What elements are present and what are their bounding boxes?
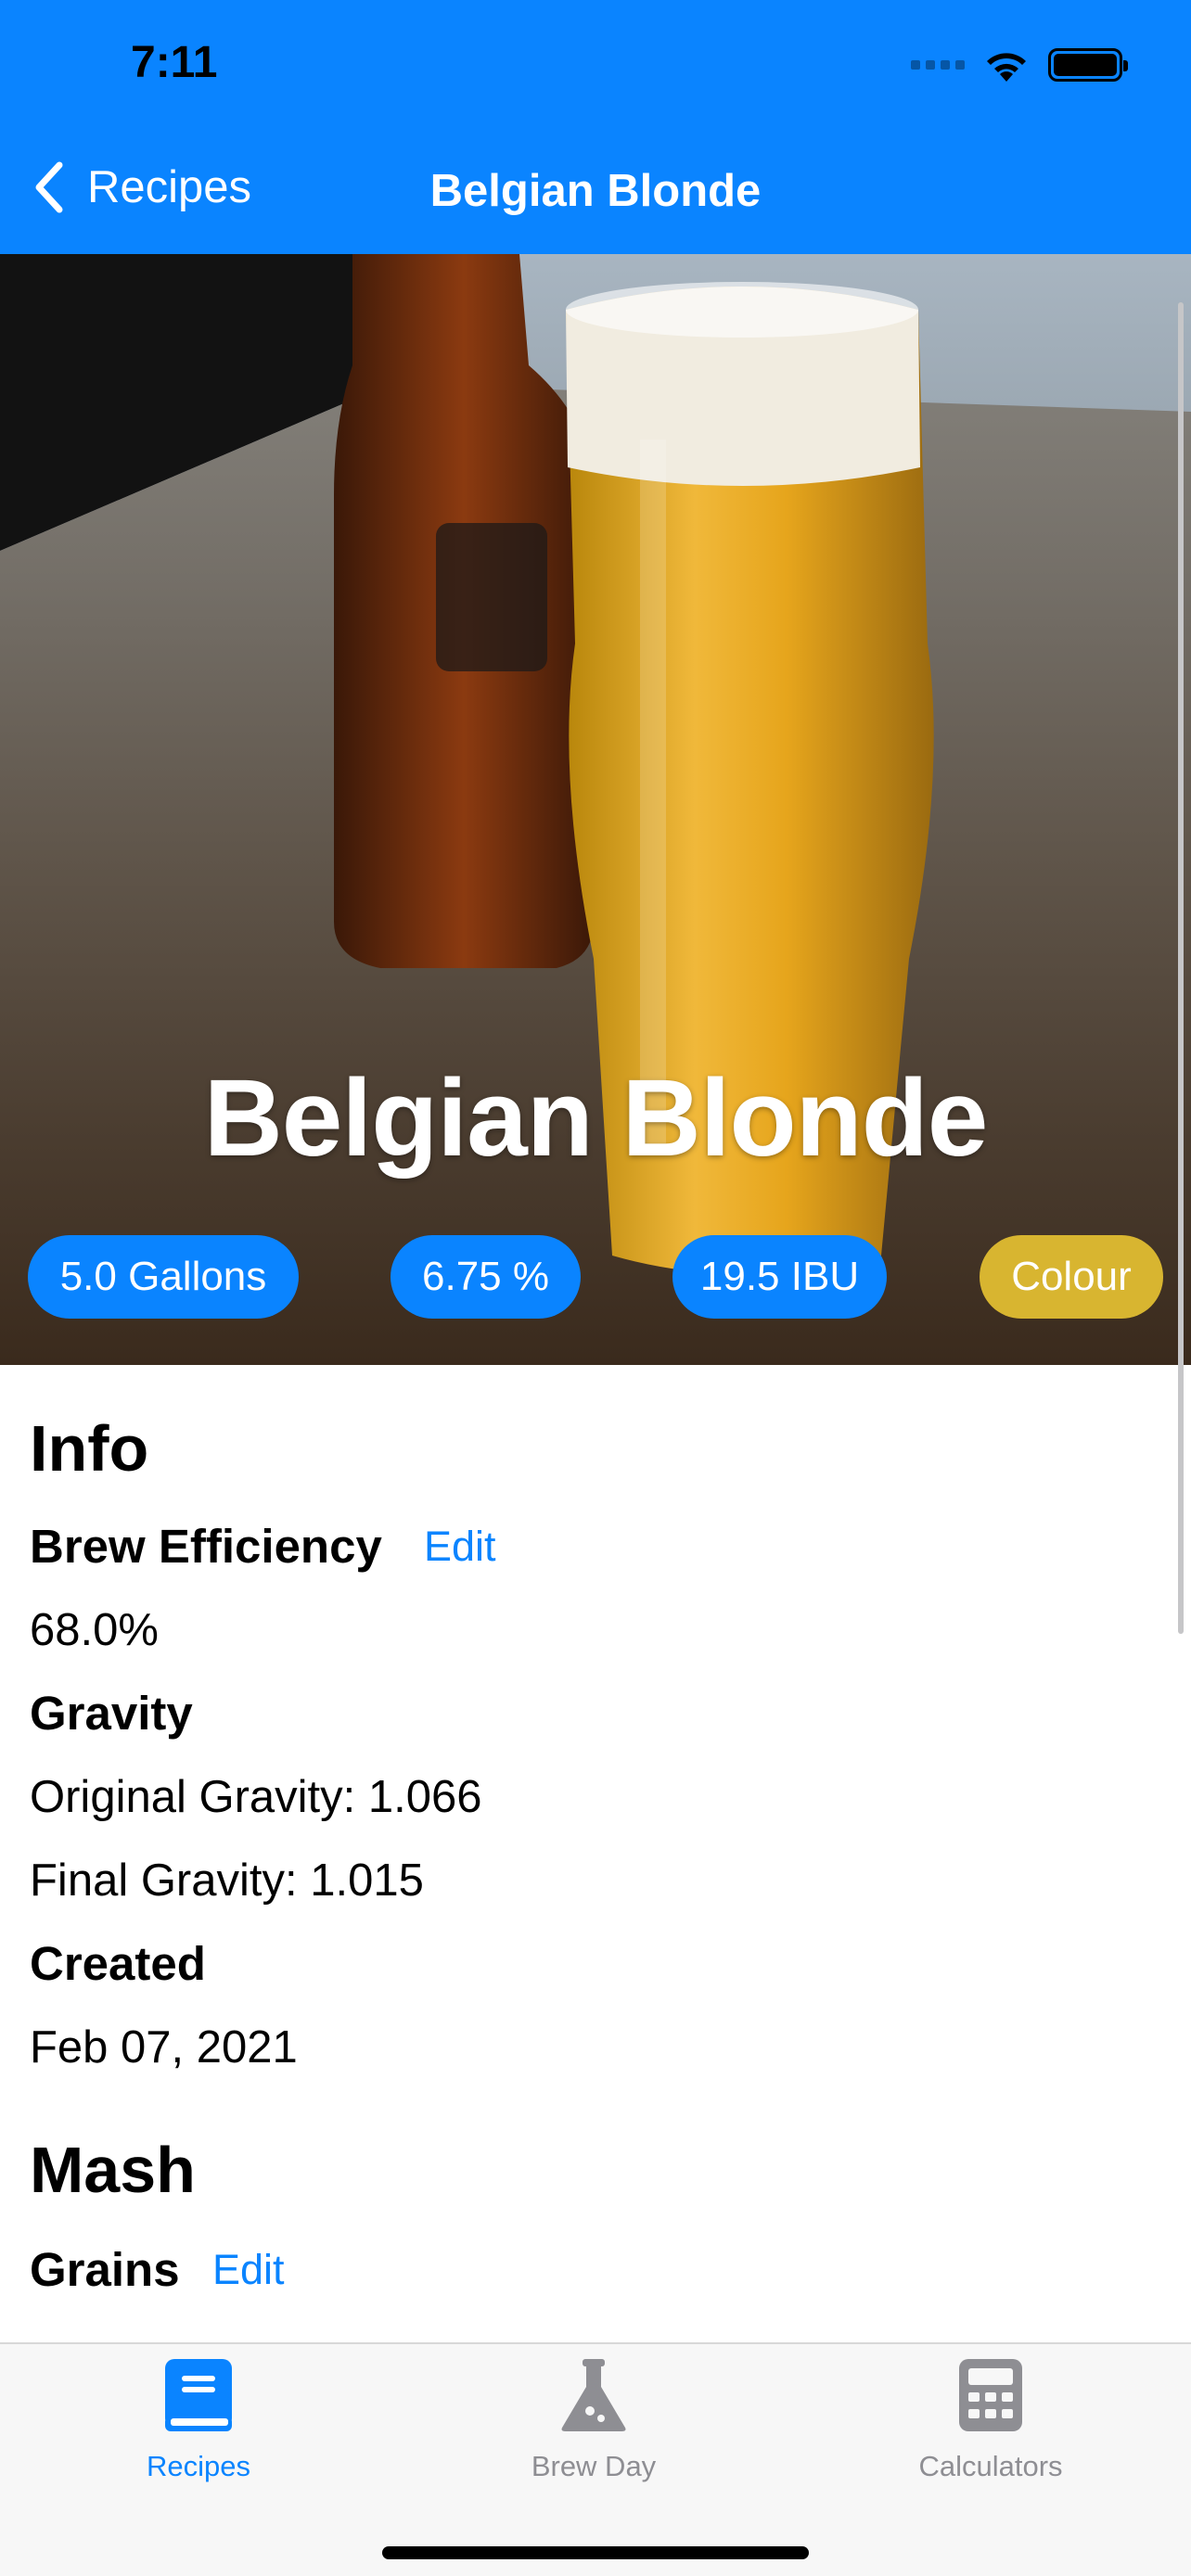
- cellular-signal-icon: [911, 60, 965, 70]
- beer-photo: [0, 254, 1191, 1365]
- mash-heading: Mash: [30, 2134, 196, 2206]
- final-gravity-value: Final Gravity: 1.015: [30, 1855, 424, 1906]
- gravity-label: Gravity: [30, 1687, 193, 1740]
- wifi-icon: [987, 53, 1026, 82]
- battery-icon: [1048, 48, 1128, 82]
- grains-label: Grains: [30, 2243, 180, 2296]
- flask-icon: [561, 2359, 626, 2431]
- edit-efficiency-button[interactable]: Edit: [424, 1523, 496, 1571]
- colour-badge: Colour: [980, 1235, 1163, 1319]
- tab-brew-day[interactable]: Brew Day: [455, 2357, 733, 2483]
- home-indicator[interactable]: [382, 2546, 809, 2559]
- tab-recipes-label: Recipes: [147, 2450, 250, 2482]
- abv-badge: 6.75 %: [391, 1235, 581, 1319]
- created-label: Created: [30, 1937, 206, 1990]
- original-gravity-value: Original Gravity: 1.066: [30, 1772, 482, 1822]
- scroll-indicator[interactable]: [1178, 302, 1184, 1634]
- status-icons: [911, 46, 1128, 83]
- calculator-icon: [959, 2359, 1022, 2431]
- recipe-title: Belgian Blonde: [203, 1057, 989, 1180]
- edit-grains-button[interactable]: Edit: [212, 2246, 285, 2294]
- brew-efficiency-label: Brew Efficiency: [30, 1520, 382, 1573]
- tab-recipes[interactable]: Recipes: [59, 2357, 338, 2483]
- brew-efficiency-value: 68.0%: [30, 1605, 159, 1655]
- nav-title: Belgian Blonde: [429, 166, 762, 216]
- book-icon: [165, 2359, 232, 2431]
- tab-bar: Recipes Brew Day Calculators: [0, 2342, 1191, 2576]
- info-heading: Info: [30, 1412, 149, 1485]
- created-date-value: Feb 07, 2021: [30, 2022, 298, 2072]
- batch-size-badge: 5.0 Gallons: [28, 1235, 299, 1319]
- ibu-badge: 19.5 IBU: [672, 1235, 887, 1319]
- status-time: 7:11: [131, 38, 218, 87]
- tab-calculators[interactable]: Calculators: [852, 2357, 1130, 2483]
- navigation-bar: 7:11 Recipes Belgian Blonde: [0, 0, 1191, 254]
- tab-brew-day-label: Brew Day: [531, 2450, 657, 2482]
- tab-calculators-label: Calculators: [918, 2450, 1063, 2482]
- recipe-hero-image: Belgian Blonde 5.0 Gallons 6.75 % 19.5 I…: [0, 254, 1191, 1365]
